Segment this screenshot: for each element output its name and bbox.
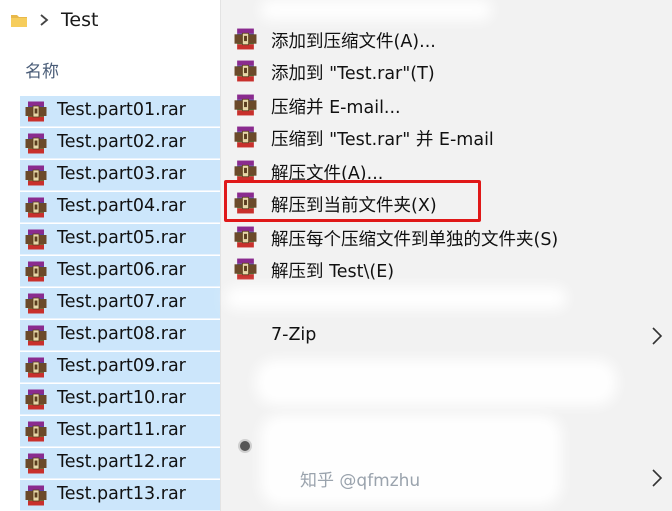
submenu-arrow-icon[interactable] xyxy=(651,326,663,346)
winrar-icon xyxy=(234,226,257,248)
redacted-area xyxy=(226,287,566,309)
winrar-icon xyxy=(25,293,47,314)
menu-item[interactable]: 压缩并 E-mail... xyxy=(221,89,672,121)
winrar-icon xyxy=(25,485,47,506)
winrar-icon xyxy=(234,60,257,82)
file-row[interactable]: Test.part02.rar xyxy=(20,128,220,159)
redacted-area xyxy=(261,415,561,505)
file-row[interactable]: Test.part04.rar xyxy=(20,192,220,223)
winrar-icon xyxy=(25,229,47,250)
file-name: Test.part07.rar xyxy=(57,292,186,312)
winrar-icon xyxy=(25,133,47,154)
column-header-name[interactable]: 名称 xyxy=(25,57,59,82)
breadcrumb-folder-label[interactable]: Test xyxy=(61,9,98,31)
chevron-right-icon[interactable] xyxy=(39,13,49,27)
watermark: 知乎 @qfmzhu xyxy=(300,471,421,491)
file-name: Test.part04.rar xyxy=(57,196,186,216)
winrar-icon xyxy=(25,101,47,122)
file-name: Test.part12.rar xyxy=(57,452,186,472)
folder-icon xyxy=(11,15,27,27)
menu-item[interactable]: 添加到 "Test.rar"(T) xyxy=(221,55,672,87)
file-name: Test.part08.rar xyxy=(57,324,186,344)
file-row[interactable]: Test.part06.rar xyxy=(20,256,220,287)
winrar-icon xyxy=(234,126,257,148)
menu-item-label: 添加到压缩文件(A)... xyxy=(271,32,436,52)
file-name: Test.part01.rar xyxy=(57,100,186,120)
file-row[interactable]: Test.part05.rar xyxy=(20,224,220,255)
menu-item-label: 7-Zip xyxy=(271,325,317,345)
context-menu: 添加到压缩文件(A)... 添加到 "Test.rar"(T) 压缩并 E-mail… xyxy=(221,0,672,511)
winrar-icon xyxy=(25,389,47,410)
file-row[interactable]: Test.part07.rar xyxy=(20,288,220,319)
menu-item-label: 压缩并 E-mail... xyxy=(271,98,401,118)
redacted-area xyxy=(261,0,491,20)
winrar-icon xyxy=(234,160,257,182)
breadcrumb[interactable]: Test xyxy=(0,0,220,40)
file-row[interactable]: Test.part09.rar xyxy=(20,352,220,383)
winrar-icon xyxy=(25,165,47,186)
file-name: Test.part10.rar xyxy=(57,388,186,408)
winrar-icon xyxy=(25,325,47,346)
menu-item-label: 添加到 "Test.rar"(T) xyxy=(271,64,435,84)
menu-item-label: 解压每个压缩文件到单独的文件夹(S) xyxy=(271,230,559,250)
file-name: Test.part05.rar xyxy=(57,228,186,248)
file-name: Test.part06.rar xyxy=(57,260,186,280)
menu-item-label: 压缩到 "Test.rar" 并 E-mail xyxy=(271,130,494,150)
file-name: Test.part09.rar xyxy=(57,356,186,376)
winrar-icon xyxy=(25,261,47,282)
file-name: Test.part13.rar xyxy=(57,484,186,504)
file-explorer-pane: Test 名称 Test.part01.rar Test.part02.rar Te… xyxy=(0,0,221,511)
radio-indicator-icon xyxy=(240,441,250,451)
highlight-box xyxy=(224,180,481,222)
menu-item[interactable]: 解压每个压缩文件到单独的文件夹(S) xyxy=(221,221,672,253)
winrar-icon xyxy=(234,28,257,50)
winrar-icon xyxy=(234,94,257,116)
file-name: Test.part03.rar xyxy=(57,164,186,184)
menu-item-label: 解压到 Test\(E) xyxy=(271,262,395,282)
file-name: Test.part11.rar xyxy=(57,420,186,440)
file-row[interactable]: Test.part12.rar xyxy=(20,448,220,479)
menu-item-7zip[interactable]: 7-Zip xyxy=(221,320,672,352)
winrar-icon xyxy=(234,258,257,280)
file-row[interactable]: Test.part03.rar xyxy=(20,160,220,191)
winrar-icon xyxy=(25,197,47,218)
submenu-arrow-icon[interactable] xyxy=(651,468,663,488)
menu-item[interactable]: 解压到 Test\(E) xyxy=(221,253,672,285)
file-row[interactable]: Test.part13.rar xyxy=(20,480,220,511)
winrar-icon xyxy=(25,453,47,474)
file-row[interactable]: Test.part10.rar xyxy=(20,384,220,415)
menu-item[interactable]: 压缩到 "Test.rar" 并 E-mail xyxy=(221,121,672,153)
file-row[interactable]: Test.part08.rar xyxy=(20,320,220,351)
file-row[interactable]: Test.part11.rar xyxy=(20,416,220,447)
file-name: Test.part02.rar xyxy=(57,132,186,152)
redacted-area xyxy=(256,360,616,405)
file-row[interactable]: Test.part01.rar xyxy=(20,96,220,127)
menu-item[interactable]: 添加到压缩文件(A)... xyxy=(221,23,672,55)
winrar-icon xyxy=(25,357,47,378)
winrar-icon xyxy=(25,421,47,442)
